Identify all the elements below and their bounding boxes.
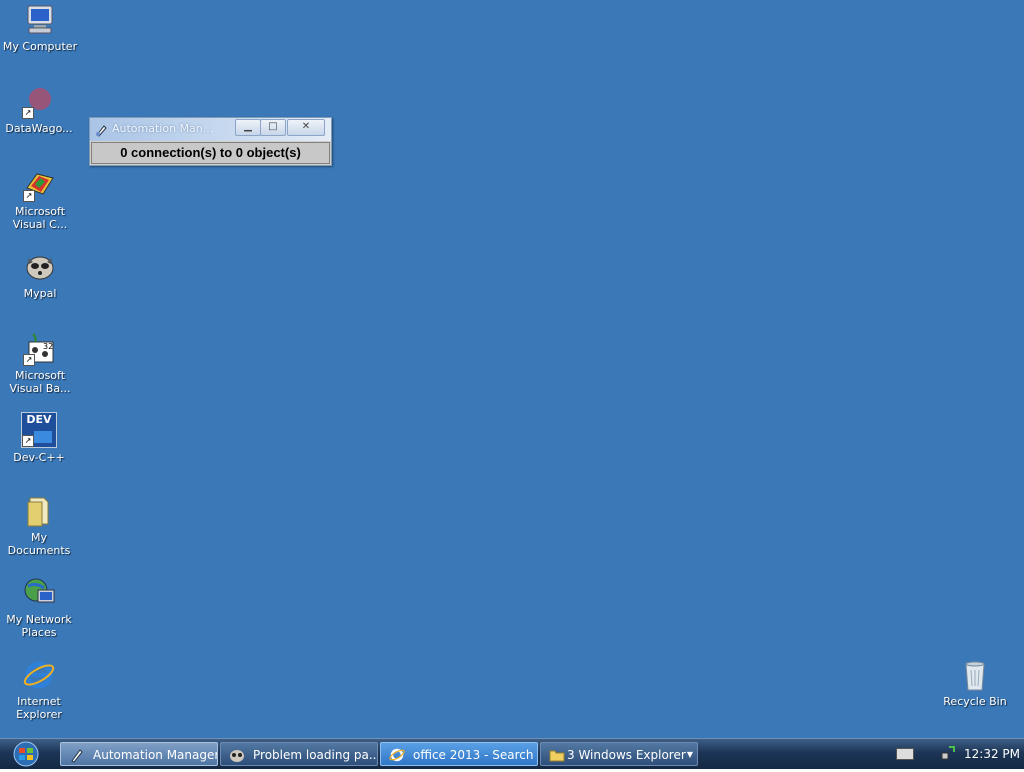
desktop-icon-devcpp[interactable]: DEV ↗ Dev-C++ — [0, 412, 78, 464]
taskbar-button-automation-manager[interactable]: Automation Manager — [60, 742, 218, 766]
automation-manager-icon — [69, 747, 85, 763]
desktop-icon-internet-explorer[interactable]: Internet Explorer — [0, 658, 78, 721]
window-title: Automation Man... — [112, 122, 212, 135]
automation-manager-titlebar[interactable]: Automation Man... ▁ □ ✕ — [90, 118, 331, 141]
mypal-icon — [229, 747, 245, 763]
desktop[interactable]: My Computer ↗ DataWago... ↗ Microsoft Vi… — [0, 0, 1024, 738]
chevron-down-icon[interactable]: ▼ — [687, 743, 693, 765]
desktop-icon-label: My Network Places — [6, 613, 72, 639]
desktop-icon-visual-basic[interactable]: 32 ↗ Microsoft Visual Ba... — [1, 332, 79, 395]
my-computer-icon — [23, 3, 57, 37]
datawagon-icon: ↗ — [22, 85, 56, 119]
automation-manager-icon — [94, 122, 108, 137]
desktop-icon-label: Dev-C++ — [13, 451, 65, 464]
taskbar-button-label: office 2013 - Search ... — [413, 748, 538, 762]
taskbar-button-label: Problem loading pa... — [253, 748, 378, 762]
start-button[interactable] — [4, 740, 48, 768]
desktop-icon-recycle-bin[interactable]: Recycle Bin — [936, 658, 1014, 708]
desktop-icon-my-documents[interactable]: My Documents — [0, 494, 78, 557]
internet-explorer-icon — [22, 658, 56, 692]
close-button[interactable]: ✕ — [287, 119, 325, 136]
minimize-icon: ▁ — [244, 121, 252, 132]
internet-explorer-icon — [389, 747, 405, 763]
svg-text:32: 32 — [43, 342, 53, 351]
taskbar-button-mypal[interactable]: Problem loading pa... — [220, 742, 378, 766]
shortcut-arrow-icon: ↗ — [23, 190, 35, 202]
close-icon: ✕ — [301, 121, 311, 132]
clock[interactable]: 12:32 PM — [964, 739, 1020, 769]
minimize-button[interactable]: ▁ — [235, 119, 261, 136]
shortcut-arrow-icon: ↗ — [23, 354, 35, 366]
taskbar-button-windows-explorer[interactable]: 3 Windows Explorer ▼ — [540, 742, 698, 766]
system-tray: 12:32 PM — [888, 739, 1024, 769]
mypal-icon — [23, 250, 57, 284]
taskbar-button-label: Automation Manager — [93, 748, 218, 762]
taskbar: Automation Manager Problem loading pa...… — [0, 738, 1024, 769]
devcpp-badge: DEV — [26, 413, 52, 426]
desktop-icon-visual-cpp[interactable]: ↗ Microsoft Visual C... — [1, 168, 79, 231]
taskbar-button-label: 3 Windows Explorer — [567, 748, 686, 762]
shortcut-arrow-icon: ↗ — [22, 435, 34, 447]
desktop-icon-my-computer[interactable]: My Computer — [1, 3, 79, 53]
connection-status: 0 connection(s) to 0 object(s) — [91, 142, 330, 164]
visual-cpp-icon: ↗ — [23, 168, 57, 202]
desktop-icon-label: My Computer — [2, 40, 78, 53]
shortcut-arrow-icon: ↗ — [22, 107, 34, 119]
desktop-icon-label: My Documents — [7, 531, 71, 557]
automation-manager-window[interactable]: Automation Man... ▁ □ ✕ 0 connection(s) … — [89, 117, 332, 166]
my-documents-icon — [22, 494, 56, 528]
desktop-icon-label: Recycle Bin — [943, 695, 1007, 708]
desktop-icon-label: Internet Explorer — [16, 695, 62, 721]
keyboard-icon[interactable] — [896, 748, 914, 760]
visual-basic-icon: 32 ↗ — [23, 332, 57, 366]
maximize-button[interactable]: □ — [260, 119, 286, 136]
desktop-icon-label: DataWago... — [5, 122, 73, 135]
desktop-icon-label: Microsoft Visual Ba... — [9, 369, 71, 395]
folder-icon — [549, 747, 565, 763]
desktop-icon-label: Microsoft Visual C... — [12, 205, 68, 231]
desktop-icon-mypal[interactable]: Mypal — [1, 250, 79, 300]
recycle-bin-icon — [958, 658, 992, 692]
network-places-icon — [22, 576, 56, 610]
desktop-icon-datawagon[interactable]: ↗ DataWago... — [0, 85, 78, 135]
desktop-icon-label: Mypal — [23, 287, 57, 300]
windows-start-icon — [13, 741, 39, 767]
devcpp-icon: DEV ↗ — [21, 412, 57, 448]
network-icon[interactable] — [940, 745, 956, 765]
maximize-icon: □ — [268, 121, 278, 132]
taskbar-button-internet-explorer[interactable]: office 2013 - Search ... — [380, 742, 538, 766]
desktop-icon-network-places[interactable]: My Network Places — [0, 576, 78, 639]
